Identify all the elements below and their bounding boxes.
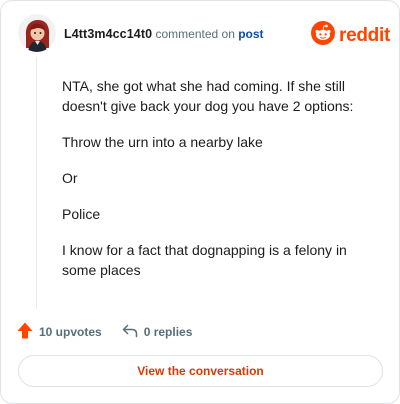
upvote-arrow-icon [17, 322, 33, 342]
post-link[interactable]: post [238, 27, 263, 41]
upvotes-count: 10 upvotes [39, 325, 102, 339]
comment-paragraph: I know for a fact that dognapping is a f… [62, 242, 347, 278]
comment-card: L4tt3m4cc14t0 commented on post reddit N… [0, 0, 400, 404]
reddit-logo[interactable]: reddit [311, 21, 390, 50]
username-link[interactable]: L4tt3m4cc14t0 [64, 27, 152, 41]
comment-footer: 10 upvotes 0 replies [17, 322, 192, 342]
comment-paragraph: NTA, she got what she had coming. If she… [62, 78, 354, 114]
reply-button[interactable]: 0 replies [122, 324, 193, 341]
comment-header: L4tt3m4cc14t0 commented on post [64, 26, 264, 42]
view-conversation-button[interactable]: View the conversation [18, 355, 383, 387]
reddit-snoo-icon [311, 21, 335, 50]
reply-arrow-icon [122, 324, 138, 341]
comment-body: NTA, she got what she had coming. If she… [62, 76, 380, 296]
upvote-button[interactable]: 10 upvotes [17, 322, 102, 342]
replies-count: 0 replies [143, 325, 193, 339]
reddit-avatar-icon[interactable] [18, 14, 56, 52]
thread-line [36, 57, 37, 309]
comment-paragraph: Throw the urn into a nearby lake [62, 134, 263, 150]
comment-paragraph: Or [62, 170, 78, 186]
action-text: commented on [152, 27, 239, 41]
reddit-wordmark: reddit [339, 24, 390, 46]
comment-paragraph: Police [62, 206, 101, 222]
